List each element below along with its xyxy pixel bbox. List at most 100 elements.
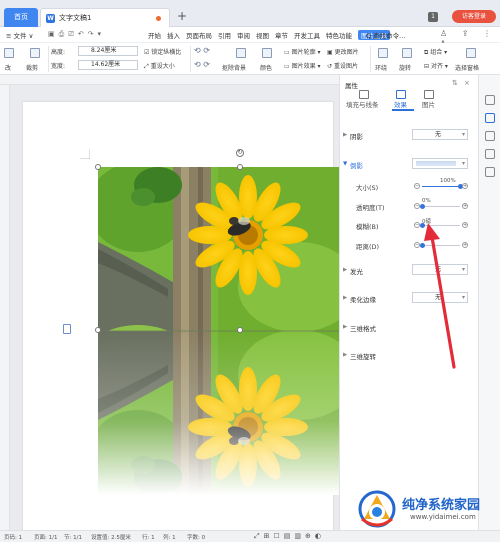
slider-knob[interactable] bbox=[420, 204, 425, 209]
width-input[interactable]: 14.62厘米 bbox=[78, 60, 138, 70]
status-bar: 页码: 1 页面: 1/1 节: 1/1 设置值: 2.5厘米 行: 1 列: … bbox=[0, 530, 500, 542]
view-mode-icons[interactable]: ⤢⊞☐▤▥⊕◐ bbox=[254, 532, 325, 541]
select-pane-label[interactable]: 选择窗格 bbox=[455, 63, 479, 72]
increase-icon[interactable]: + bbox=[462, 242, 468, 248]
menu-tab[interactable]: 插入 bbox=[167, 30, 180, 40]
reflection-option-value: 100% bbox=[440, 178, 456, 184]
increase-icon[interactable]: + bbox=[462, 183, 468, 189]
site-url: www.yidaimei.com bbox=[410, 513, 476, 521]
soft-edges-section-label[interactable]: 柔化边缘 bbox=[350, 294, 376, 304]
reflection-option-label: 距离(D) bbox=[356, 243, 380, 251]
active-tab-indicator bbox=[392, 109, 414, 111]
menu-tab[interactable]: 特色功能 bbox=[326, 30, 352, 40]
status-setting: 设置值: 2.5厘米 bbox=[91, 535, 131, 541]
command-search[interactable]: Q 查找命令... bbox=[366, 30, 405, 40]
reset-size-button[interactable]: ⤢ 重设大小 bbox=[144, 61, 175, 71]
more-tools-icon[interactable] bbox=[485, 167, 495, 177]
decrease-icon[interactable]: − bbox=[414, 183, 420, 189]
status-words: 字数: 0 bbox=[187, 535, 206, 541]
increase-icon[interactable]: + bbox=[462, 222, 468, 228]
styles-icon[interactable] bbox=[485, 131, 495, 141]
3d-format-section-label[interactable]: 三维格式 bbox=[350, 323, 376, 333]
wrap-icon[interactable] bbox=[378, 48, 388, 58]
resize-handle[interactable] bbox=[95, 327, 101, 333]
resize-handle[interactable] bbox=[237, 164, 243, 170]
vertical-ruler bbox=[0, 85, 10, 530]
remove-bg-label[interactable]: 抠除背景 bbox=[222, 63, 246, 72]
tab-document-label: 文字文稿1 bbox=[59, 14, 92, 22]
ribbon-divider bbox=[48, 46, 49, 72]
picture-outline-button[interactable]: ▭ 图片轮廓 ▾ bbox=[284, 47, 321, 56]
fill-line-icon[interactable] bbox=[359, 90, 369, 99]
tab-picture[interactable]: 图片 bbox=[422, 99, 435, 109]
shadow-select[interactable]: 无 ▾ bbox=[412, 129, 468, 140]
color-icon[interactable] bbox=[262, 48, 272, 58]
picture-effect-button[interactable]: ▭ 图片效果 ▾ bbox=[284, 61, 321, 70]
menu-tab[interactable]: 开发工具 bbox=[294, 30, 320, 40]
paragraph-layout-icon[interactable] bbox=[63, 324, 71, 334]
menu-tab[interactable]: 开始 bbox=[148, 30, 161, 40]
remove-background-icon[interactable] bbox=[236, 48, 246, 58]
reflection-collapse-icon[interactable]: ▼ bbox=[343, 161, 347, 167]
3d-rotation-section-label[interactable]: 三维旋转 bbox=[350, 351, 376, 361]
shadow-section-label[interactable]: 阴影 bbox=[350, 131, 363, 141]
align-button[interactable]: ⊟ 对齐 ▾ bbox=[424, 61, 448, 70]
quick-access-icons[interactable]: ▣⎙⎚↶↷▾ bbox=[48, 30, 105, 39]
property-panel: 属性 ⇅ × 填充与线条 效果 图片 ▶ 阴影 无 ▾ ▼ 倒影 ▾ 大小(S) −… bbox=[339, 75, 478, 530]
panel-title: 属性 bbox=[345, 82, 358, 90]
settings-icon[interactable] bbox=[485, 149, 495, 159]
height-label: 高度: bbox=[51, 49, 66, 56]
resize-handle[interactable] bbox=[95, 164, 101, 170]
reflection-select[interactable]: ▾ bbox=[412, 158, 468, 169]
menu-tab[interactable]: 视图 bbox=[256, 30, 269, 40]
panel-close-icon[interactable]: × bbox=[464, 79, 470, 87]
3d-rotation-expand-icon[interactable]: ▶ bbox=[343, 352, 347, 358]
change-picture-button[interactable]: ▣ 更改图片 bbox=[327, 47, 359, 56]
resize-handle[interactable] bbox=[237, 327, 243, 333]
color-label[interactable]: 颜色 bbox=[260, 63, 272, 72]
wrap-label[interactable]: 环绕 bbox=[375, 63, 387, 72]
properties-toggle-icon[interactable] bbox=[485, 113, 495, 123]
guest-login-button[interactable]: 访客登录 bbox=[452, 10, 496, 23]
tab-effect[interactable]: 效果 bbox=[394, 99, 407, 109]
flower-picture[interactable]: ↻ bbox=[88, 149, 358, 500]
shadow-expand-icon[interactable]: ▶ bbox=[343, 132, 347, 138]
file-menu[interactable]: ≡ 文件 ∨ bbox=[6, 30, 33, 40]
flip-adjust-icons[interactable]: ⟲ ⟳ bbox=[194, 60, 210, 69]
rotate-icon[interactable] bbox=[402, 48, 412, 58]
rotate-handle-icon[interactable]: ↻ bbox=[236, 149, 244, 157]
effect-icon[interactable] bbox=[396, 90, 406, 99]
slider-track[interactable] bbox=[422, 206, 460, 207]
rotate-label[interactable]: 旋转 bbox=[399, 63, 411, 72]
increase-icon[interactable]: + bbox=[462, 203, 468, 209]
panel-restore-icon[interactable]: ⇅ bbox=[452, 79, 458, 87]
reflection-section-label[interactable]: 倒影 bbox=[350, 160, 363, 170]
glow-section-label[interactable]: 发光 bbox=[350, 266, 363, 276]
compress-picture-icon[interactable] bbox=[4, 48, 14, 58]
document-page[interactable]: ↻ bbox=[23, 102, 358, 530]
window-count-icon[interactable]: 1 bbox=[428, 12, 438, 22]
menu-tab[interactable]: 章节 bbox=[275, 30, 288, 40]
reset-picture-button[interactable]: ↺ 重设图片 bbox=[327, 61, 358, 70]
menu-tab[interactable]: 页面布局 bbox=[186, 30, 212, 40]
status-row: 行: 1 bbox=[142, 535, 155, 541]
crop-icon[interactable] bbox=[30, 48, 40, 58]
select-pane-icon[interactable] bbox=[466, 48, 476, 58]
menu-tab[interactable]: 审阅 bbox=[237, 30, 250, 40]
height-input[interactable]: 8.24厘米 bbox=[78, 46, 138, 56]
rotate-adjust-icons[interactable]: ⟲ ⟳ bbox=[194, 46, 210, 55]
picture-icon[interactable] bbox=[424, 90, 434, 99]
tab-fill-line[interactable]: 填充与线条 bbox=[346, 99, 379, 109]
soft-edges-expand-icon[interactable]: ▶ bbox=[343, 295, 347, 301]
title-tab-bar: 首页 W 文字文稿1 + 1 访客登录 bbox=[0, 0, 500, 27]
tab-home[interactable]: 首页 bbox=[4, 8, 38, 27]
lock-ratio-checkbox[interactable]: ☑ 锁定纵横比 bbox=[144, 47, 181, 56]
3d-format-expand-icon[interactable]: ▶ bbox=[343, 324, 347, 330]
menu-tab[interactable]: 引用 bbox=[218, 30, 231, 40]
status-section: 节: 1/1 bbox=[64, 535, 82, 541]
tab-document[interactable]: W 文字文稿1 bbox=[40, 8, 170, 27]
glow-expand-icon[interactable]: ▶ bbox=[343, 267, 347, 273]
new-tab-plus-icon[interactable]: + bbox=[177, 9, 187, 23]
group-button[interactable]: ⧉ 组合 ▾ bbox=[424, 47, 447, 57]
pen-tool-icon[interactable] bbox=[485, 95, 495, 105]
